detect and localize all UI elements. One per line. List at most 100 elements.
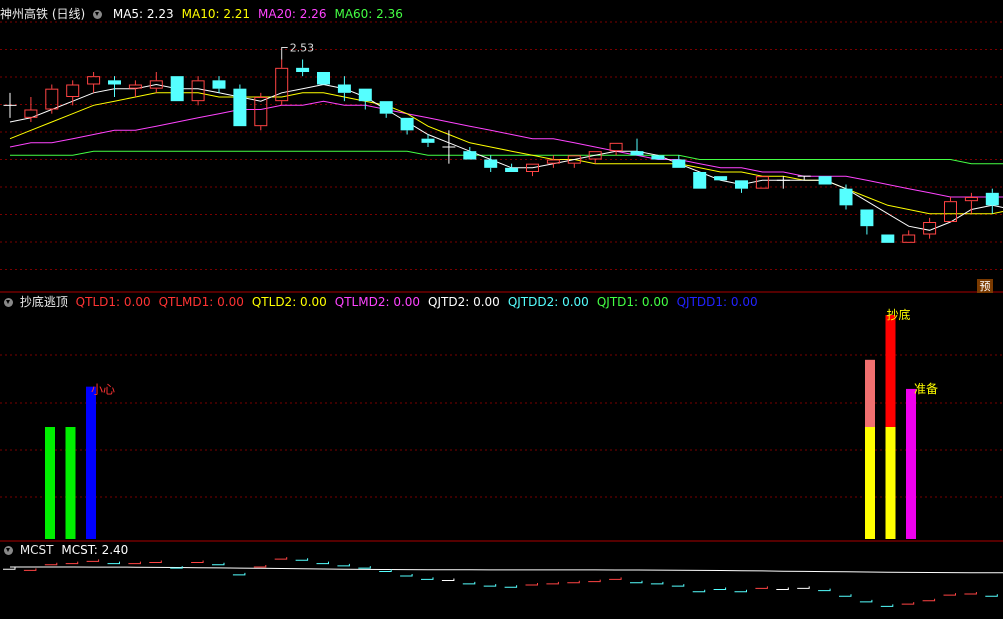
mcst-step [462,581,476,585]
mcst-step [65,561,79,565]
signal-bar [865,427,875,539]
mcst-step [630,580,643,584]
candle-body [902,234,916,243]
mcst-step [400,574,413,577]
mcst-step [44,562,58,566]
mcst-step [922,598,936,602]
mcst-step [441,578,455,581]
candle-body [254,97,268,127]
signal-readout: QTLMD2: 0.00 [334,295,421,309]
candle-body [944,201,957,223]
mcst-step [337,563,350,567]
candle-body [672,159,686,168]
mcst-step [713,587,727,590]
candle-body [66,84,80,97]
chart-stage: 2.532.09预小心抄底准备 神州高铁 (日线) MA5: 2.23MA10:… [0,0,1003,615]
ma-readout: MA10: 2.21 [181,7,251,21]
mcst-step [964,592,977,595]
panel-menu-icon[interactable] [93,10,103,19]
bottom-label: 抄底 [887,307,911,322]
candle-body [818,176,832,185]
candle-body [379,101,393,114]
mcst-step [212,562,225,566]
mcst-step [107,561,120,565]
main-panel-header: 神州高铁 (日线) MA5: 2.23 MA10: 2.21 MA20: 2.26 M… [0,5,403,23]
signal-readout: QJTDD2: 0.00 [507,295,589,309]
ma-readout: MA20: 2.26 [258,7,327,21]
signal-bar [885,315,896,427]
mcst-step [358,566,371,569]
ma10-line [9,92,1003,215]
signal-readout: QTLMD1: 0.00 [158,295,244,309]
mcst-step [880,604,894,607]
candle-body [964,197,978,202]
ma5-line [9,83,1003,231]
candle-body [337,84,351,93]
panel-menu-icon[interactable] [4,546,13,555]
candle-body [170,76,184,102]
mcst-step [504,585,518,588]
candle-body [463,151,477,160]
forecast-badge-text: 预 [980,280,991,293]
mcst-step [671,584,685,587]
mcst-step [295,558,309,561]
mcst-step [588,579,601,583]
signal-bar [906,388,916,539]
candle-body [714,176,728,181]
mcst-step [316,561,329,565]
candle-body [128,84,142,89]
candle-body [400,117,414,131]
candle-body [296,67,310,72]
mcst-step [3,567,16,570]
main-panel-title: 神州高铁 (日线) [0,7,86,21]
mcst-step [901,602,915,605]
signal-readout: QJTDD1: 0.00 [676,295,758,309]
candle-body [45,88,59,110]
mcst-step [546,581,559,585]
mcst-step [421,577,434,580]
mcst-step [734,589,747,593]
mcst-step [859,599,873,603]
candle-body [651,155,665,160]
mcst-step [232,572,246,576]
mcst-step [943,593,956,596]
signal-bar [86,386,96,539]
mcst-step [253,565,267,568]
indicator-panel-header: 抄底逃顶 QTLD1: 0.00 QTLMD1: 0.00 QTLD2: 0.00 Q… [0,293,758,311]
mcst-step [23,568,37,571]
signal-bar [865,359,875,427]
mcst-step [86,559,100,562]
candle-body [693,172,707,189]
high-price-label: 2.53 [290,42,315,55]
mcst-readout: MCST: 2.40 [61,543,129,557]
ma-readout: MA60: 2.36 [334,7,403,21]
mcst-step [128,561,141,565]
careful-label: 小心 [91,383,115,397]
mcst-step [839,594,852,597]
candle-body [108,80,121,85]
mcst-step [650,581,664,585]
mcst-step [797,586,810,589]
candle-body [609,142,623,152]
panel-menu-icon[interactable] [4,298,13,307]
candle-body [212,80,226,89]
mcst-step [149,560,162,563]
mcst-step [755,586,768,589]
candle-body [755,176,769,189]
candle-body [484,159,498,168]
mcst-panel-title: MCST [19,543,54,557]
signal-readout: QJTD1: 0.00 [596,295,669,309]
candle-body [881,234,895,243]
candle-body [358,88,372,102]
candle-body [735,180,748,189]
mcst-step [818,588,831,592]
signal-bar [45,427,55,539]
signal-bar [885,427,896,539]
signal-bar [65,427,76,539]
signal-readout: QTLD1: 0.00 [75,295,151,309]
mcst-line [10,566,1003,574]
mcst-step [274,557,288,560]
mcst-step [483,584,497,587]
mcst-panel-header: MCST MCST: 2.40 [0,541,128,559]
candle-body [839,188,853,206]
